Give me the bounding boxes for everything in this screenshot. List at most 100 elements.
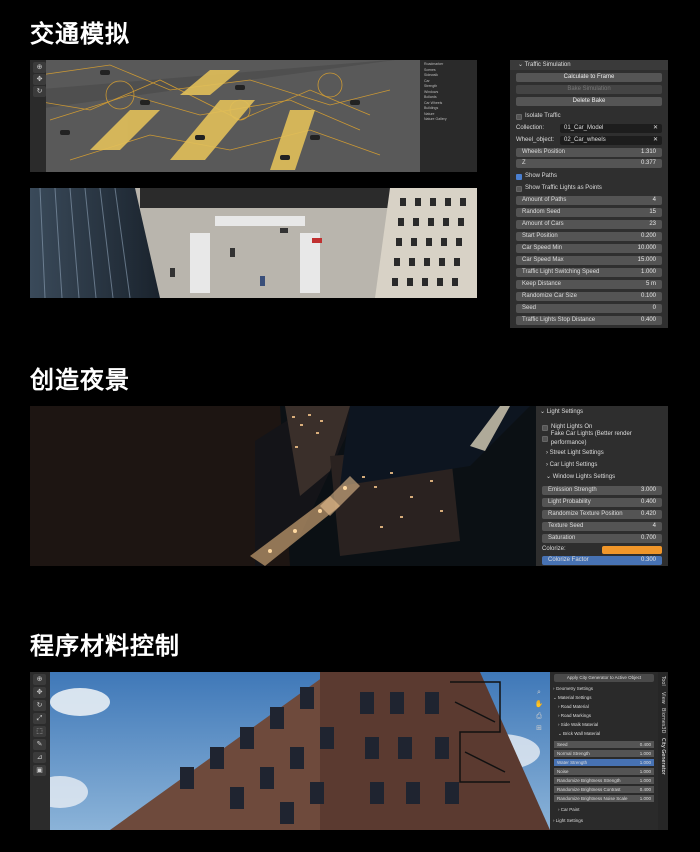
random-seed-field[interactable]: Random Seed 15: [516, 208, 662, 217]
field-value: 0.400: [639, 742, 651, 747]
subpanel-label: Car Paint: [560, 807, 580, 812]
wheel-object-picker[interactable]: Wheel_object: 02_Car_wheels ✕: [516, 136, 662, 145]
checkbox-label: Isolate Traffic: [525, 113, 561, 119]
z-field[interactable]: Z 0.377: [516, 159, 662, 168]
field-value: 3.000: [640, 487, 656, 493]
randomize-texture-position-field[interactable]: Randomize Texture Position 0.420: [542, 510, 662, 519]
car-light-settings-subpanel[interactable]: › Car Light Settings: [546, 461, 662, 470]
light-settings-subpanel[interactable]: › Light Settings: [553, 817, 583, 824]
start-position-field[interactable]: Start Position 0.200: [516, 232, 662, 241]
isolate-traffic-checkbox[interactable]: Isolate Traffic: [516, 112, 662, 121]
randomize-brightness-contrast-field[interactable]: Randomize Brightness Contrast 0.400: [554, 786, 654, 793]
tab-biomes3d[interactable]: Biomes3D: [660, 708, 666, 733]
field-label: Amount of Cars: [522, 221, 564, 227]
delete-bake-button[interactable]: Delete Bake: [516, 97, 662, 106]
texture-seed-field[interactable]: Texture Seed 4: [542, 522, 662, 531]
show-traffic-lights-checkbox[interactable]: Show Traffic Lights as Points: [516, 184, 662, 193]
traffic-simulation-panel: ⌄ Traffic Simulation Calculate to Frame …: [510, 60, 668, 328]
light-probability-field[interactable]: Light Probability 0.400: [542, 498, 662, 507]
traffic-lights-stop-distance-field[interactable]: Traffic Lights Stop Distance 0.400: [516, 316, 662, 325]
field-value: 4: [652, 197, 656, 203]
randomize-car-size-field[interactable]: Randomize Car Size 0.100: [516, 292, 662, 301]
show-paths-checkbox[interactable]: Show Paths: [516, 172, 662, 181]
field-value: 0.400: [639, 787, 651, 792]
car-paint-subpanel[interactable]: › Car Paint: [558, 806, 580, 813]
material-settings-subpanel[interactable]: ⌄ Material Settings: [553, 694, 592, 701]
field-label: Traffic Light Switching Speed: [522, 269, 600, 275]
emission-strength-field[interactable]: Emission Strength 3.000: [542, 486, 662, 495]
apply-city-generator-button[interactable]: Apply City Generator to Active Object: [554, 674, 654, 682]
wheels-position-field[interactable]: Wheels Position 1.310: [516, 148, 662, 157]
amount-of-cars-field[interactable]: Amount of Cars 23: [516, 220, 662, 229]
cursor-tool-icon[interactable]: ⊕: [33, 62, 46, 73]
pan-icon[interactable]: ✋: [533, 698, 545, 710]
colorize-swatch[interactable]: [602, 545, 662, 554]
collection-value: 01_Car_Model: [564, 125, 604, 131]
normal-strength-field[interactable]: Normal Strength 1.000: [554, 750, 654, 757]
measure-tool-icon[interactable]: ⊿: [33, 752, 46, 763]
fake-car-lights-checkbox[interactable]: Fake Car Lights (Better render performan…: [542, 431, 662, 446]
road-markings-subpanel[interactable]: › Road Markings: [558, 712, 591, 719]
field-value: 0.400: [640, 499, 656, 505]
subpanel-label: Light Settings: [555, 818, 584, 823]
checkbox-icon: [516, 113, 522, 120]
field-label: Emission Strength: [548, 487, 597, 493]
field-label: Colorize Factor: [548, 557, 589, 563]
cursor-tool-icon[interactable]: ⊕: [33, 674, 46, 685]
field-label: Random Seed: [522, 209, 561, 215]
car-speed-max-field[interactable]: Car Speed Max 15.000: [516, 256, 662, 265]
randomize-brightness-noise-scale-field[interactable]: Randomize Brightness Noise Scale 1.000: [554, 795, 654, 802]
close-icon[interactable]: ✕: [653, 136, 658, 145]
field-value: 0.400: [640, 317, 656, 323]
bake-simulation-button[interactable]: Bake Simulation: [516, 85, 662, 94]
panel-header[interactable]: ⌄ Traffic Simulation: [510, 60, 668, 70]
move-tool-icon[interactable]: ✥: [33, 687, 46, 698]
scale-tool-icon[interactable]: ⤢: [33, 713, 46, 724]
keep-distance-field[interactable]: Keep Distance 5 m: [516, 280, 662, 289]
collection-picker[interactable]: Collection: 01_Car_Model ✕: [516, 124, 662, 133]
saturation-field[interactable]: Saturation 0.700: [542, 534, 662, 543]
add-cube-tool-icon[interactable]: ▣: [33, 765, 46, 776]
street-light-settings-subpanel[interactable]: › Street Light Settings: [546, 449, 662, 458]
wheel-object-label: Wheel_object:: [516, 137, 555, 143]
brick-wall-material-subpanel[interactable]: ⌄ Brick Wall Material: [558, 730, 600, 737]
rotate-tool-icon[interactable]: ↻: [33, 86, 46, 97]
noise-field[interactable]: Noise 1.000: [554, 768, 654, 775]
water-strength-field[interactable]: Water Strength 1.000: [554, 759, 654, 766]
outliner-panel[interactable]: Roadmarker Scenes Sidewalk Car Strength …: [424, 62, 474, 123]
section-title-night: 创造夜景: [30, 366, 130, 394]
navigation-gizmo: ⌕ ✋ ⎙ ⊞: [533, 686, 545, 734]
seed-field[interactable]: Seed 0: [516, 304, 662, 313]
close-icon[interactable]: ✕: [653, 124, 658, 133]
amount-of-paths-field[interactable]: Amount of Paths 4: [516, 196, 662, 205]
colorize-factor-field[interactable]: Colorize Factor 0.300: [542, 556, 662, 565]
grid-icon[interactable]: ⊞: [533, 722, 545, 734]
checkbox-label: Show Traffic Lights as Points: [525, 185, 602, 191]
move-tool-icon[interactable]: ✥: [33, 74, 46, 85]
outliner-item[interactable]: Nature Gallery: [424, 117, 474, 123]
section-title-materials: 程序材料控制: [30, 632, 180, 660]
tab-city-generator[interactable]: City Generator: [660, 738, 666, 775]
subpanel-label: Side Walk Material: [560, 722, 599, 727]
traffic-light-switching-speed-field[interactable]: Traffic Light Switching Speed 1.000: [516, 268, 662, 277]
procedural-material-viewport[interactable]: ⊕ ✥ ↻ ⤢ ⬚ ✎ ⊿ ▣ ⌕ ✋ ⎙ ⊞ Apply City Gener…: [30, 672, 668, 830]
road-material-subpanel[interactable]: › Road Material: [558, 703, 589, 710]
tab-tool[interactable]: Tool: [660, 676, 666, 686]
annotate-tool-icon[interactable]: ✎: [33, 739, 46, 750]
seed-field[interactable]: Seed 0.400: [554, 741, 654, 748]
side-walk-material-subpanel[interactable]: › Side Walk Material: [558, 721, 598, 728]
zoom-icon[interactable]: ⌕: [533, 686, 545, 698]
tab-view[interactable]: View: [660, 692, 666, 704]
window-lights-settings-subpanel[interactable]: ⌄ Window Lights Settings: [546, 473, 662, 482]
calculate-to-frame-button[interactable]: Calculate to Frame: [516, 73, 662, 82]
transform-tool-icon[interactable]: ⬚: [33, 726, 46, 737]
section-title-traffic: 交通模拟: [30, 20, 130, 48]
camera-icon[interactable]: ⎙: [533, 710, 545, 722]
car-speed-min-field[interactable]: Car Speed Min 10.000: [516, 244, 662, 253]
rotate-tool-icon[interactable]: ↻: [33, 700, 46, 711]
randomize-brightness-strength-field[interactable]: Randomize Brightness Strength 1.000: [554, 777, 654, 784]
traffic-paths-viewport[interactable]: ⊕ ✥ ↻ Roadmarker Scenes Sidewalk Car Str…: [30, 60, 477, 172]
geometry-settings-subpanel[interactable]: › Geometry Settings: [553, 685, 593, 692]
field-value: 0.700: [640, 535, 656, 541]
light-settings-header[interactable]: ⌄ Light Settings: [540, 408, 583, 417]
